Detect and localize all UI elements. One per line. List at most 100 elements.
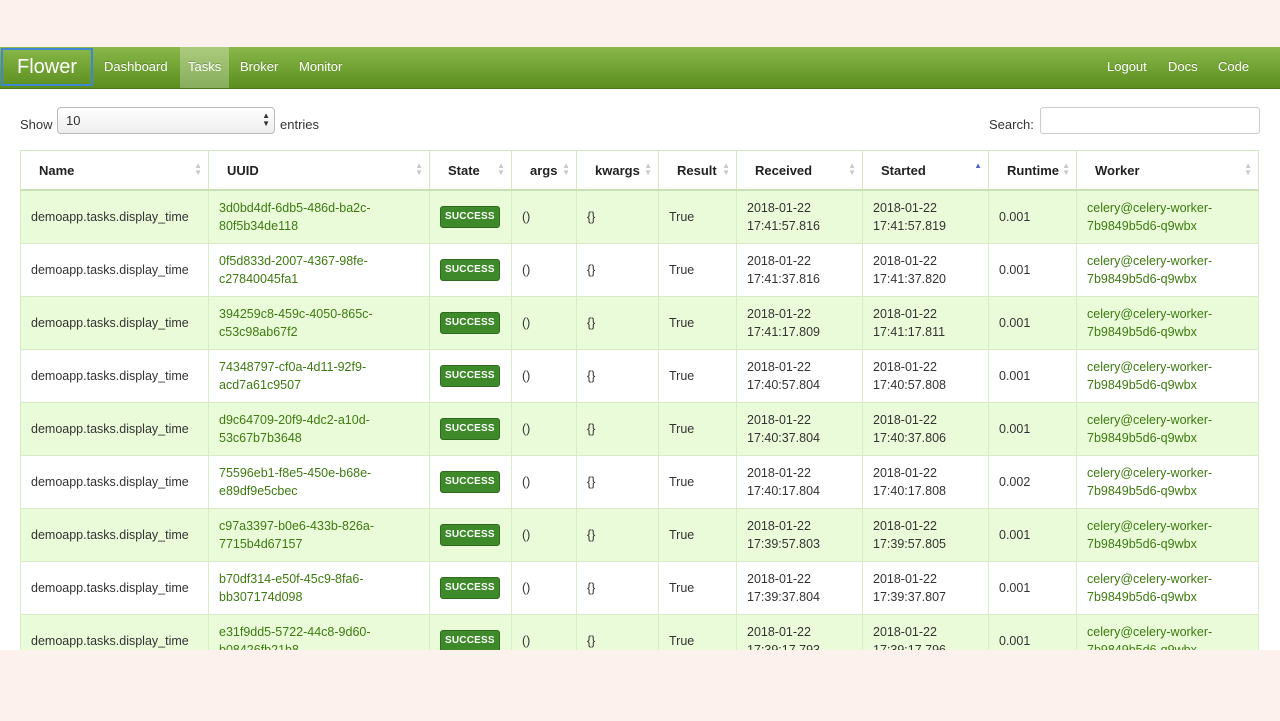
task-state-cell: SUCCESS <box>429 349 512 403</box>
task-name-cell: demoapp.tasks.display_time <box>20 614 209 650</box>
brand-logo[interactable]: Flower <box>1 48 93 86</box>
task-started-cell: 2018-01-22 17:40:17.808 <box>862 455 989 509</box>
task-state-cell: SUCCESS <box>429 296 512 350</box>
task-result: True <box>669 528 695 542</box>
task-name-cell: demoapp.tasks.display_time <box>20 402 209 456</box>
column-header-kwargs[interactable]: kwargs ▲ ▼ <box>576 150 659 191</box>
uuid-line-1: e31f9dd5-5722-44c8-9d60- <box>219 625 371 639</box>
table-row: demoapp.tasks.display_time e31f9dd5-5722-… <box>20 614 1259 650</box>
task-uuid-link[interactable]: 74348797-cf0a-4d11-92f9- acd7a61c9507 <box>219 360 366 392</box>
task-uuid-link[interactable]: 394259c8-459c-4050-865c-c53c98ab67f2 <box>219 307 373 339</box>
task-uuid-link[interactable]: d9c64709-20f9-4dc2-a10d- 53c67b7b3648 <box>219 413 370 445</box>
worker-link[interactable]: celery@celery-worker- 7b9849b5d6-q9wbx <box>1087 572 1212 604</box>
task-runtime-cell: 0.001 <box>988 508 1077 562</box>
task-runtime-cell: 0.001 <box>988 561 1077 615</box>
column-header-started[interactable]: Started ▲ <box>862 150 989 191</box>
task-name: demoapp.tasks.display_time <box>31 210 189 224</box>
sort-icon: ▲ ▼ <box>415 161 423 177</box>
table-header-row: Name ▲ ▼ UUID ▲ ▼ State ▲ ▼ args ▲ ▼ kwargs ▲ ▼ Re… <box>20 150 1259 191</box>
task-runtime: 0.001 <box>999 634 1031 648</box>
task-kwargs-cell: {} <box>576 508 659 562</box>
task-uuid-link[interactable]: b70df314-e50f-45c9-8fa6- bb307174d098 <box>219 572 364 604</box>
received-time: 17:39:57.803 <box>747 537 820 551</box>
task-uuid-link[interactable]: e31f9dd5-5722-44c8-9d60- b08426fb21b8 <box>219 625 371 650</box>
column-header-received[interactable]: Received ▲ ▼ <box>736 150 863 191</box>
task-state-cell: SUCCESS <box>429 243 512 297</box>
task-runtime-cell: 0.001 <box>988 189 1077 244</box>
task-uuid-cell: e31f9dd5-5722-44c8-9d60- b08426fb21b8 <box>208 614 430 650</box>
table-row: demoapp.tasks.display_time 394259c8-459c-… <box>20 296 1259 350</box>
started-date: 2018-01-22 <box>873 307 937 321</box>
task-args: () <box>522 263 531 277</box>
sort-icon: ▲ ▼ <box>1062 161 1070 177</box>
received-date: 2018-01-22 <box>747 466 811 480</box>
task-uuid-link[interactable]: 75596eb1-f8e5-450e-b68e-e89df9e5cbec <box>219 466 371 498</box>
nav-broker[interactable]: Broker <box>232 47 286 88</box>
worker-line-2: 7b9849b5d6-q9wbx <box>1087 431 1197 445</box>
task-result-cell: True <box>658 349 737 403</box>
sort-icon: ▲ ▼ <box>722 161 730 177</box>
task-worker-cell: celery@celery-worker- 7b9849b5d6-q9wbx <box>1076 402 1259 456</box>
task-result-cell: True <box>658 296 737 350</box>
worker-link[interactable]: celery@celery-worker- 7b9849b5d6-q9wbx <box>1087 466 1212 498</box>
task-result: True <box>669 316 695 330</box>
task-name: demoapp.tasks.display_time <box>31 634 189 648</box>
task-kwargs-cell: {} <box>576 243 659 297</box>
worker-line-1: celery@celery-worker- <box>1087 201 1213 215</box>
column-header-uuid[interactable]: UUID ▲ ▼ <box>208 150 430 191</box>
column-header-result[interactable]: Result ▲ ▼ <box>658 150 737 191</box>
task-started-cell: 2018-01-22 17:41:17.811 <box>862 296 989 350</box>
nav-code[interactable]: Code <box>1210 47 1257 88</box>
task-runtime-cell: 0.001 <box>988 614 1077 650</box>
worker-link[interactable]: celery@celery-worker- 7b9849b5d6-q9wbx <box>1087 307 1212 339</box>
task-received-cell: 2018-01-22 17:39:17.793 <box>736 614 863 650</box>
task-worker-cell: celery@celery-worker- 7b9849b5d6-q9wbx <box>1076 243 1259 297</box>
nav-dashboard[interactable]: Dashboard <box>96 47 176 88</box>
worker-link[interactable]: celery@celery-worker- 7b9849b5d6-q9wbx <box>1087 201 1212 233</box>
task-started-cell: 2018-01-22 17:40:57.808 <box>862 349 989 403</box>
task-args: () <box>522 634 531 648</box>
uuid-line-2: e89df9e5cbec <box>219 484 298 498</box>
task-name-cell: demoapp.tasks.display_time <box>20 296 209 350</box>
received-time: 17:41:57.816 <box>747 219 820 233</box>
task-uuid-cell: c97a3397-b0e6-433b-826a- 7715b4d67157 <box>208 508 430 562</box>
received-time: 17:40:57.804 <box>747 378 820 392</box>
task-args-cell: () <box>511 402 577 456</box>
nav-monitor[interactable]: Monitor <box>291 47 350 88</box>
task-args-cell: () <box>511 508 577 562</box>
uuid-line-1: 3d0bd4df-6db5-486d-ba2c- <box>219 201 371 215</box>
sort-ascending-icon: ▲ <box>974 161 982 170</box>
worker-link[interactable]: celery@celery-worker- 7b9849b5d6-q9wbx <box>1087 254 1212 286</box>
worker-link[interactable]: celery@celery-worker- 7b9849b5d6-q9wbx <box>1087 413 1212 445</box>
column-header-runtime[interactable]: Runtime ▲ ▼ <box>988 150 1077 191</box>
column-header-name[interactable]: Name ▲ ▼ <box>20 150 209 191</box>
worker-link[interactable]: celery@celery-worker- 7b9849b5d6-q9wbx <box>1087 625 1212 650</box>
nav-docs[interactable]: Docs <box>1160 47 1206 88</box>
started-date: 2018-01-22 <box>873 254 937 268</box>
task-received-cell: 2018-01-22 17:40:37.804 <box>736 402 863 456</box>
entries-length-select[interactable]: 10 ▲ ▼ <box>57 107 275 134</box>
column-header-args[interactable]: args ▲ ▼ <box>511 150 577 191</box>
task-uuid-link[interactable]: 3d0bd4df-6db5-486d-ba2c- 80f5b34de118 <box>219 201 371 233</box>
nav-tasks[interactable]: Tasks <box>180 47 230 88</box>
table-row: demoapp.tasks.display_time 0f5d833d-2007-… <box>20 243 1259 297</box>
worker-line-1: celery@celery-worker- <box>1087 413 1213 427</box>
worker-link[interactable]: celery@celery-worker- 7b9849b5d6-q9wbx <box>1087 360 1212 392</box>
task-args-cell: () <box>511 561 577 615</box>
nav-logout[interactable]: Logout <box>1099 47 1155 88</box>
column-header-state[interactable]: State ▲ ▼ <box>429 150 512 191</box>
search-input[interactable] <box>1040 107 1260 134</box>
task-runtime: 0.001 <box>999 316 1031 330</box>
task-worker-cell: celery@celery-worker- 7b9849b5d6-q9wbx <box>1076 614 1259 650</box>
task-name: demoapp.tasks.display_time <box>31 316 189 330</box>
task-uuid-link[interactable]: c97a3397-b0e6-433b-826a- 7715b4d67157 <box>219 519 374 551</box>
worker-link[interactable]: celery@celery-worker- 7b9849b5d6-q9wbx <box>1087 519 1212 551</box>
task-args: () <box>522 581 531 595</box>
show-label: Show <box>20 117 53 132</box>
task-uuid-link[interactable]: 0f5d833d-2007-4367-98fe-c27840045fa1 <box>219 254 368 286</box>
column-header-worker[interactable]: Worker ▲ ▼ <box>1076 150 1259 191</box>
task-result-cell: True <box>658 455 737 509</box>
task-result-cell: True <box>658 189 737 244</box>
task-received-cell: 2018-01-22 17:39:37.804 <box>736 561 863 615</box>
received-date: 2018-01-22 <box>747 360 811 374</box>
